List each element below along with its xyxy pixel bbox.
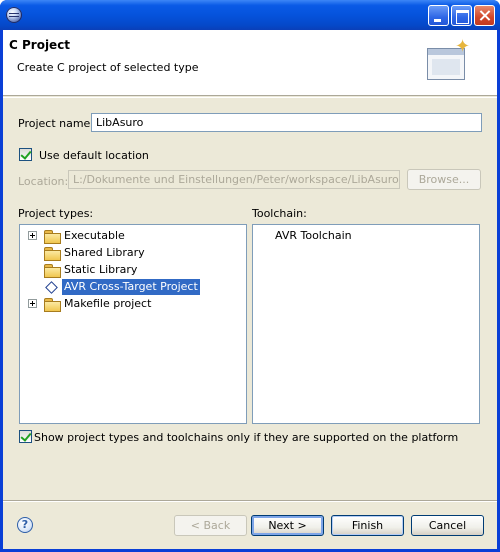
show-supported-label: Show project types and toolchains only i… [34, 431, 459, 444]
toolchain-item-label: AVR Toolchain [275, 229, 352, 242]
tree-item-label: Shared Library [64, 246, 145, 259]
dialog-window: C Project Create C project of selected t… [0, 0, 500, 552]
diamond-icon [45, 281, 58, 294]
new-wizard-icon: ✦ [425, 38, 477, 90]
footer-separator [3, 500, 497, 502]
banner-separator [3, 97, 497, 98]
close-button[interactable] [474, 5, 495, 26]
tree-item-label: Makefile project [64, 297, 152, 310]
use-default-location-checkbox[interactable] [19, 148, 32, 161]
maximize-button[interactable] [451, 5, 472, 26]
tree-item-label: Executable [64, 229, 125, 242]
folder-icon [44, 298, 61, 312]
expand-icon[interactable] [28, 299, 37, 308]
minimize-button[interactable] [428, 5, 449, 26]
tree-item-label: Static Library [64, 263, 138, 276]
show-supported-checkbox[interactable] [19, 430, 32, 443]
dialog-client: C Project Create C project of selected t… [3, 30, 497, 549]
wizard-banner: C Project Create C project of selected t… [3, 30, 497, 96]
browse-button[interactable]: Browse... [407, 169, 481, 190]
next-button[interactable]: Next > [251, 515, 324, 536]
location-label: Location: [18, 175, 69, 188]
eclipse-icon [6, 7, 22, 23]
title-bar[interactable] [0, 0, 500, 30]
finish-button[interactable]: Finish [331, 515, 404, 536]
project-types-label: Project types: [18, 207, 94, 220]
wizard-description: Create C project of selected type [17, 61, 199, 74]
help-icon[interactable]: ? [17, 517, 33, 533]
toolchain-list[interactable]: AVR Toolchain [252, 224, 480, 424]
cancel-button[interactable]: Cancel [411, 515, 484, 536]
project-types-tree[interactable]: Executable Shared Library Static Library… [19, 224, 247, 424]
tree-item-avr-cross-target[interactable]: AVR Cross-Target Project [20, 279, 246, 295]
folder-icon [44, 247, 61, 261]
back-button[interactable]: < Back [174, 515, 247, 536]
folder-icon [44, 230, 61, 244]
tree-item-label: AVR Cross-Target Project [62, 279, 200, 295]
project-name-input[interactable]: LibAsuro [91, 113, 482, 132]
folder-icon [44, 264, 61, 278]
wizard-title: C Project [9, 38, 71, 52]
project-name-label: Project name: [18, 117, 95, 130]
toolchain-item[interactable]: AVR Toolchain [253, 228, 479, 244]
expand-icon[interactable] [28, 231, 37, 240]
use-default-location-label: Use default location [39, 149, 149, 162]
toolchain-label: Toolchain: [252, 207, 307, 220]
tree-item-shared-library[interactable]: Shared Library [20, 245, 246, 261]
tree-item-static-library[interactable]: Static Library [20, 262, 246, 278]
location-input[interactable]: L:/Dokumente und Einstellungen/Peter/wor… [68, 170, 400, 189]
tree-item-executable[interactable]: Executable [20, 228, 246, 244]
tree-item-makefile-project[interactable]: Makefile project [20, 296, 246, 312]
